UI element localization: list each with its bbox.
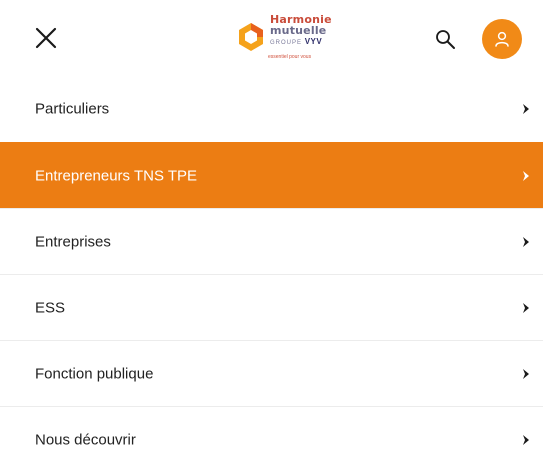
menu-item-label: Particuliers (35, 100, 110, 118)
search-icon (436, 30, 455, 49)
brand-logo[interactable]: Harmonie mutuelle GROUPE VYV essentiel p… (236, 12, 342, 66)
logo-hexagon-icon (239, 23, 263, 51)
menu-item-particuliers[interactable]: Particuliers (0, 76, 543, 142)
logo-groupe: GROUPE VYV (270, 37, 342, 48)
search-button[interactable] (434, 28, 458, 52)
logo-wordmark: Harmonie mutuelle GROUPE VYV (270, 14, 342, 48)
chevron-right-icon (521, 434, 531, 446)
mobile-nav-menu: Harmonie mutuelle GROUPE VYV essentiel p… (0, 0, 543, 469)
menu-item-fonction-publique[interactable]: Fonction publique (0, 340, 543, 406)
menu-item-nous-decouvrir[interactable]: Nous découvrir (0, 406, 543, 469)
chevron-right-icon (521, 302, 531, 314)
logo-tagline: essentiel pour vous (268, 54, 312, 60)
menu-item-label: Entrepreneurs TNS TPE (35, 167, 198, 184)
chevron-right-icon (521, 368, 531, 380)
logo-line2: mutuelle (270, 24, 327, 37)
menu-item-entreprises[interactable]: Entreprises (0, 208, 543, 274)
menu-item-label: Fonction publique (35, 365, 154, 382)
chevron-right-icon (521, 170, 531, 182)
chevron-right-icon (521, 103, 531, 115)
menu-item-entrepreneurs-tns-tpe[interactable]: Entrepreneurs TNS TPE (0, 142, 543, 208)
main-menu: Particuliers Entrepreneurs TNS TPE Entre… (0, 76, 543, 469)
header: Harmonie mutuelle GROUPE VYV essentiel p… (0, 0, 543, 76)
user-account-button[interactable] (482, 19, 522, 59)
logo-groupe-label: GROUPE (270, 40, 303, 46)
close-icon (35, 27, 57, 49)
menu-item-label: Entreprises (35, 233, 111, 250)
menu-item-label: Nous découvrir (35, 431, 136, 448)
logo-groupe-brand: VYV (304, 37, 323, 46)
close-button[interactable] (32, 24, 60, 52)
menu-item-ess[interactable]: ESS (0, 274, 543, 340)
chevron-right-icon (521, 236, 531, 248)
menu-item-label: ESS (35, 299, 66, 316)
user-icon (495, 31, 509, 47)
